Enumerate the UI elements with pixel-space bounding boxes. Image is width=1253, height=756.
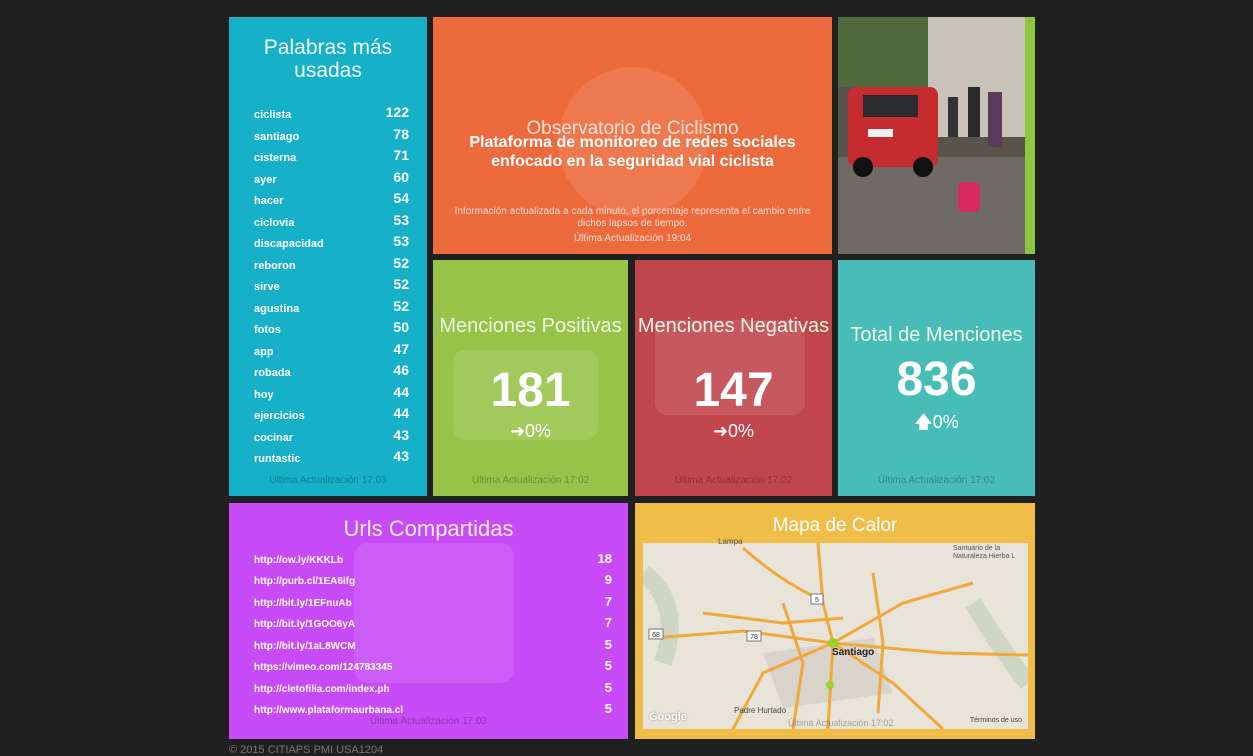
word-row: hoy 44: [254, 384, 409, 401]
url-link[interactable]: http://ow.ly/KKKLb: [254, 555, 343, 566]
map-city-label: Santiago: [832, 647, 875, 658]
top-words-title: Palabras más usadas: [263, 36, 393, 82]
last-updated-label: Última Actualización 17:02: [471, 475, 590, 486]
negative-change: ➜0%: [635, 421, 832, 442]
url-link[interactable]: http://bit.ly/1GOO6yA: [254, 619, 355, 630]
url-row[interactable]: http://ow.ly/KKKLb 18: [254, 551, 612, 571]
map-terms-link[interactable]: Términos de uso: [970, 717, 1022, 724]
shared-urls-title: Urls Compartidas: [343, 516, 514, 541]
observatorio-subtitle: Plataforma de monitoreo de redes sociale…: [469, 134, 796, 170]
observatorio-panel: Observatorio de Ciclismo Plataforma de m…: [433, 17, 832, 254]
positive-mentions-title: Menciones Positivas: [439, 315, 622, 337]
map-place-label: Padre Hurtado: [734, 706, 787, 715]
map-roads[interactable]: 5 68 78: [643, 543, 1028, 729]
shared-urls-panel: Urls Compartidas http://ow.ly/KKKLb 18 ht…: [229, 503, 628, 739]
negative-mentions-title: Menciones Negativas: [637, 315, 830, 337]
word-row: cisterna 71: [254, 147, 409, 164]
url-link[interactable]: https://vimeo.com/124783345: [254, 662, 392, 673]
url-link[interactable]: http://bit.ly/1EFnuAb: [254, 598, 352, 609]
google-logo[interactable]: Google: [649, 711, 687, 723]
negative-change-value: 0%: [728, 421, 755, 441]
word-row: cocinar 43: [254, 427, 409, 444]
total-change-value: 0%: [932, 412, 959, 432]
word-row: app 47: [254, 341, 409, 358]
word-row: discapacidad 53: [254, 233, 409, 250]
negative-mentions-value: 147: [693, 364, 774, 417]
positive-change: ➜0%: [433, 421, 628, 442]
total-change: 🡅0%: [838, 410, 1035, 440]
photo-image: [838, 17, 1025, 254]
last-updated-label: Última Actualización 17:02: [877, 475, 996, 486]
map-place-label: Santuario de la Naturaleza Hierba L: [953, 545, 1016, 560]
total-mentions-title: Total de Menciones: [850, 324, 1023, 346]
positive-mentions-value: 181: [490, 364, 571, 417]
word-row: ayer 60: [254, 169, 409, 186]
url-row[interactable]: http://purb.cl/1EA6ifg 9: [254, 572, 612, 592]
arrow-right-icon: ➜: [712, 421, 729, 441]
last-updated-label: Última Actualización 17:03: [369, 716, 488, 727]
copyright-text: © 2015 CITIAPS PMI USA1204: [229, 744, 384, 756]
positive-mentions-panel: Menciones Positivas 181 ➜0% Última Actua…: [433, 260, 628, 496]
url-link[interactable]: http://bit.ly/1aL8WCM: [254, 641, 356, 652]
total-mentions-panel: Total de Menciones 836 🡅0% Última Actual…: [838, 260, 1035, 496]
word-row: robada 46: [254, 362, 409, 379]
word-row: hacer 54: [254, 190, 409, 207]
word-row: reboron 52: [254, 255, 409, 272]
route-68-label: 68: [652, 632, 660, 639]
negative-mentions-panel: Menciones Negativas 147 ➜0% Última Actua…: [635, 260, 832, 496]
url-row[interactable]: https://vimeo.com/124783345 5: [254, 658, 612, 678]
photo-illustration: [838, 17, 1025, 254]
arrow-up-icon: 🡅: [914, 412, 933, 432]
url-row[interactable]: http://bit.ly/1GOO6yA 7: [254, 615, 612, 635]
word-row: fotos 50: [254, 319, 409, 336]
last-updated-label: Última Actualización 17:02: [788, 718, 894, 728]
url-link[interactable]: http://cletofilia.com/index.ph: [254, 684, 390, 695]
word-row: santiago 78: [254, 126, 409, 143]
url-row[interactable]: http://bit.ly/1EFnuAb 7: [254, 594, 612, 614]
heatmap-panel: Mapa de Calor 5 68 78 Lampa Santuario de…: [635, 503, 1035, 739]
route-78-label: 78: [750, 634, 758, 641]
url-row[interactable]: http://bit.ly/1aL8WCM 5: [254, 637, 612, 657]
heatmap-title: Mapa de Calor: [772, 515, 898, 536]
word-row: ejercicios 44: [254, 405, 409, 422]
url-link[interactable]: http://purb.cl/1EA6ifg: [254, 576, 355, 587]
url-link[interactable]: http://www.plataformaurbana.cl: [254, 705, 403, 716]
route-5-label: 5: [815, 597, 819, 604]
last-updated-label: Última Actualización 19:04: [573, 233, 692, 244]
last-updated-label: Última Actualización 17:02: [674, 475, 793, 486]
street-photo: [838, 17, 1035, 254]
map-place-label: Lampa: [718, 537, 743, 546]
word-row: ciclista 122: [254, 104, 409, 121]
total-mentions-value: 836: [896, 353, 977, 406]
top-words-panel: Palabras más usadas ciclista 122 santiago…: [229, 17, 427, 496]
heatmap-map[interactable]: 5 68 78 Lampa Santuario de la Naturaleza…: [643, 537, 1028, 729]
positive-change-value: 0%: [525, 421, 552, 441]
arrow-right-icon: ➜: [509, 421, 526, 441]
word-row: agustina 52: [254, 298, 409, 315]
word-row: runtastic 43: [254, 448, 409, 465]
last-updated-label: Última Actualización 17:03: [269, 475, 387, 486]
word-row: sirve 52: [254, 276, 409, 293]
observatorio-info: Información actualizada a cada minuto, e…: [454, 206, 811, 229]
word-row: ciclovia 53: [254, 212, 409, 229]
url-row[interactable]: http://cletofilia.com/index.ph 5: [254, 680, 612, 700]
